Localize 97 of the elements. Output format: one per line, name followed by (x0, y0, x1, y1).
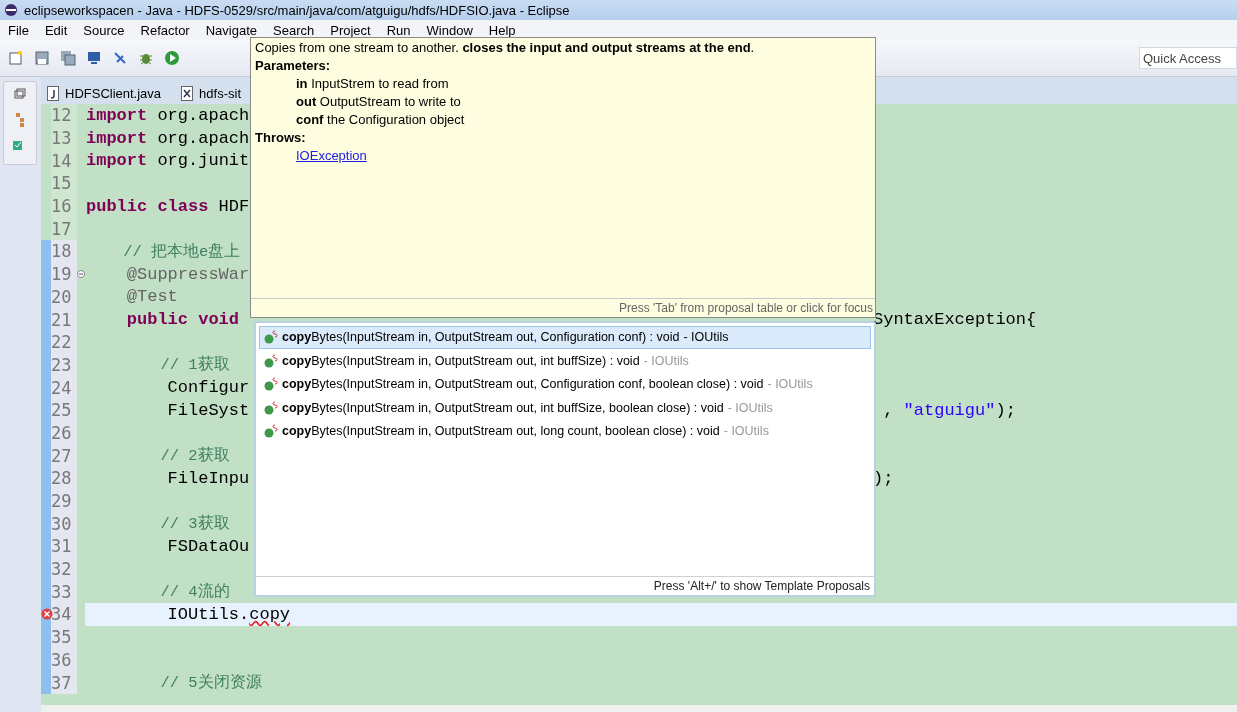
line-number: 18 (51, 240, 77, 263)
line-number: 12 (51, 104, 77, 127)
line-number: 22 (51, 330, 77, 354)
line-number: 27 (51, 444, 77, 467)
line-number: 29 (51, 489, 77, 513)
menu-item[interactable]: Search (265, 22, 323, 38)
line-number: 24 (51, 376, 77, 399)
menu-item[interactable]: Run (378, 22, 419, 38)
line-number: 25 (51, 398, 77, 422)
static-method-icon (264, 424, 278, 439)
proposal-item[interactable]: copyBytes(InputStream in, OutputStream out, int buffSize) : void - IOUtils (259, 349, 871, 372)
parameter-description: in InputStrem to read from (295, 76, 450, 91)
code-text: @Test (125, 287, 178, 307)
parameter-description: out OutputStream to write to (295, 94, 462, 109)
code-text: org.junit (156, 151, 250, 171)
code-text: FileInpu (166, 468, 250, 488)
line-number: 32 (51, 557, 77, 581)
hierarchy-icon[interactable] (14, 112, 26, 128)
code-text: import (86, 105, 148, 125)
code-text: public class (86, 196, 209, 216)
fold-icon[interactable] (77, 270, 85, 279)
code-text: // 1获取 (159, 354, 230, 376)
line-number: 35 (51, 625, 77, 649)
code-text: ); (873, 468, 894, 488)
code-text: // 2获取 (159, 445, 230, 467)
proposal-item[interactable]: copyBytes(InputStream in, OutputStream out, Configuration conf, boolean close) : void - IOUtils (259, 373, 871, 396)
save-all-icon[interactable] (60, 50, 76, 66)
code-text: public void (125, 310, 240, 330)
code-text: SyntaxException{ (873, 310, 1037, 330)
new-file-icon[interactable] (8, 50, 24, 66)
menu-item[interactable]: File (0, 22, 37, 38)
xml-file-icon (181, 85, 194, 101)
proposal-footer-hint: Press 'Alt+/' to show Template Proposals (256, 576, 874, 595)
proposal-item[interactable]: copyBytes(InputStream in, OutputStream out, long count, boolean close) : void - IOUtils (259, 420, 871, 443)
editor-tab[interactable]: HDFSClient.java (43, 82, 166, 104)
line-number: 37 (51, 671, 77, 694)
menu-item[interactable]: Window (418, 22, 481, 38)
editor-tab[interactable]: hdfs-sit (177, 82, 245, 104)
code-text: // 4流的 (159, 581, 230, 603)
code-text: @SuppressWar (125, 264, 250, 284)
code-text: org.apach (156, 128, 250, 148)
code-text: org.apach (156, 105, 250, 125)
menu-item[interactable]: Help (480, 22, 524, 38)
line-number: 26 (51, 421, 77, 445)
static-method-icon (264, 400, 278, 415)
code-text: "atguigu" (903, 400, 996, 420)
doc-heading: Parameters: (255, 58, 332, 73)
line-number: 20 (51, 285, 77, 309)
line-number: 31 (51, 535, 77, 558)
doc-heading: Throws: (255, 130, 307, 145)
menu-item[interactable]: Navigate (197, 22, 265, 38)
code-text: Configur (166, 378, 250, 398)
line-number: 33 (51, 580, 77, 604)
static-method-icon (264, 377, 278, 392)
code-text: HDF (217, 196, 250, 216)
menu-item[interactable]: Source (75, 22, 133, 38)
code-text: import (86, 128, 148, 148)
line-number: 17 (51, 217, 77, 241)
window-title: eclipseworkspacen - Java - HDFS-0529/src/main/java/com/atguigu/hdfs/HDFSIO.java - Eclipse (24, 2, 570, 18)
line-number: 21 (51, 308, 77, 331)
error-code-text: copy (249, 604, 291, 624)
static-method-icon (264, 353, 278, 368)
code-text: // 5关闭资源 (159, 672, 262, 694)
line-number: 30 (51, 512, 77, 536)
proposal-item[interactable]: copyBytes(InputStream in, OutputStream out, int buffSize, boolean close) : void - IOUtils (259, 396, 871, 419)
line-number: 14 (51, 149, 77, 173)
doc-footer-hint: Press 'Tab' from proposal table or click for focus (251, 298, 875, 317)
menu-item[interactable]: Edit (36, 22, 76, 38)
code-text: import (86, 151, 148, 171)
exception-link[interactable]: IOException (255, 148, 367, 163)
code-text: ); (995, 400, 1016, 420)
proposal-item[interactable]: copyBytes(InputStream in, OutputStream out, Configuration conf) : void - IOUtils (259, 326, 871, 349)
monitor-icon[interactable] (86, 50, 102, 66)
save-icon[interactable] (34, 50, 50, 66)
code-text: // 把本地e盘上 (122, 241, 241, 262)
menu-item[interactable]: Refactor (132, 22, 198, 38)
line-number: 36 (51, 648, 77, 672)
static-method-icon (264, 330, 278, 345)
parameter-description: conf the Configuration object (295, 112, 466, 127)
doc-description: Copies from one stream to another. closes the input and output streams at the end. (255, 40, 756, 55)
line-number: 28 (51, 467, 77, 490)
quick-access-field[interactable]: Quick Access (1139, 47, 1237, 69)
line-number: 34 (51, 603, 77, 626)
line-number: 16 (51, 194, 77, 218)
code-text: FSDataOu (166, 536, 250, 556)
line-number: 19 (51, 262, 77, 286)
java-file-icon (47, 85, 59, 101)
line-number: 23 (51, 353, 77, 377)
eclipse-logo-icon (4, 3, 18, 17)
run-icon[interactable] (164, 50, 180, 66)
code-text: // 3获取 (159, 513, 230, 535)
menu-item[interactable]: Project (322, 22, 379, 38)
line-number: 13 (51, 126, 77, 150)
code-text: FileSyst (166, 400, 250, 420)
line-number: 15 (51, 172, 77, 195)
code-text: IOUtils. (166, 604, 250, 624)
code-text: , (882, 400, 895, 420)
